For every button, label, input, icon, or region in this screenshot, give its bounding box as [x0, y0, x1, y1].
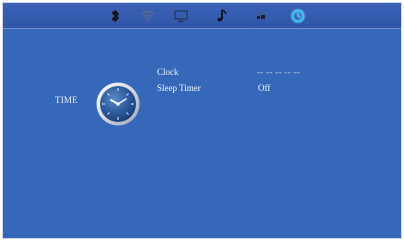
sleep-timer-value: Off — [258, 83, 271, 93]
clock-label: Clock — [157, 67, 179, 77]
sleep-timer-label: Sleep Timer — [157, 83, 201, 93]
wifi-icon[interactable] — [139, 7, 157, 25]
display-icon[interactable] — [172, 7, 190, 25]
music-icon[interactable] — [213, 7, 231, 25]
settings-screen: TIME Clock -- -- -- -- -- Sleep Timer Of… — [2, 2, 402, 239]
top-icon-bar — [3, 3, 401, 29]
bluetooth-icon[interactable] — [106, 7, 124, 25]
clock-illustration — [95, 81, 141, 127]
source-icon[interactable] — [252, 7, 270, 25]
clock-icon[interactable] — [289, 7, 307, 25]
section-title: TIME — [55, 95, 78, 105]
clock-value: -- -- -- -- -- — [257, 67, 301, 77]
